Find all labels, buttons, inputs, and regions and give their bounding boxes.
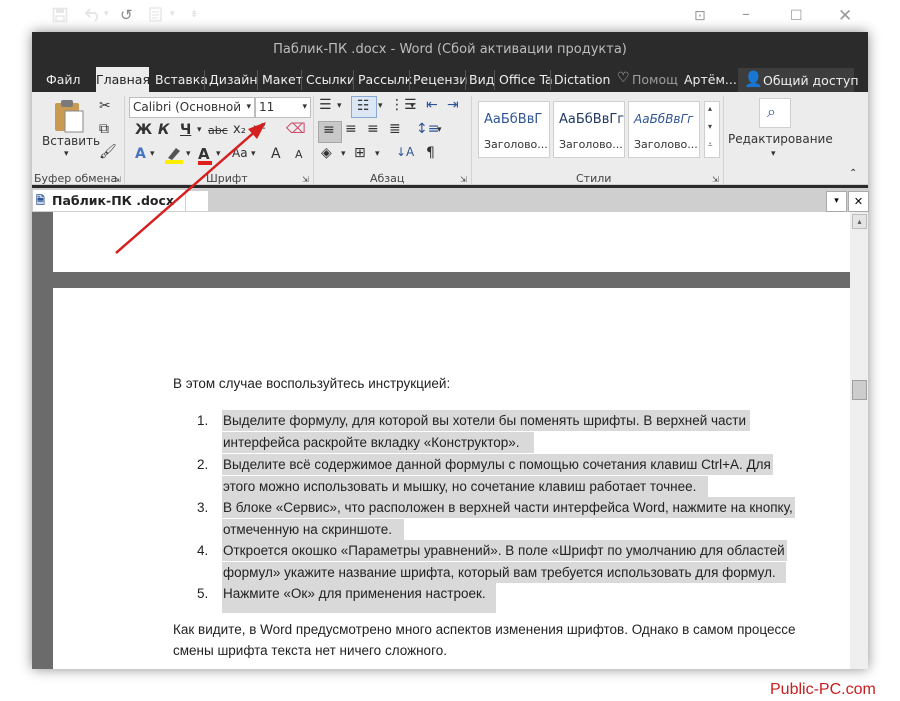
annotation-arrow	[115, 122, 266, 254]
watermark: Public-PC.com	[770, 681, 876, 698]
